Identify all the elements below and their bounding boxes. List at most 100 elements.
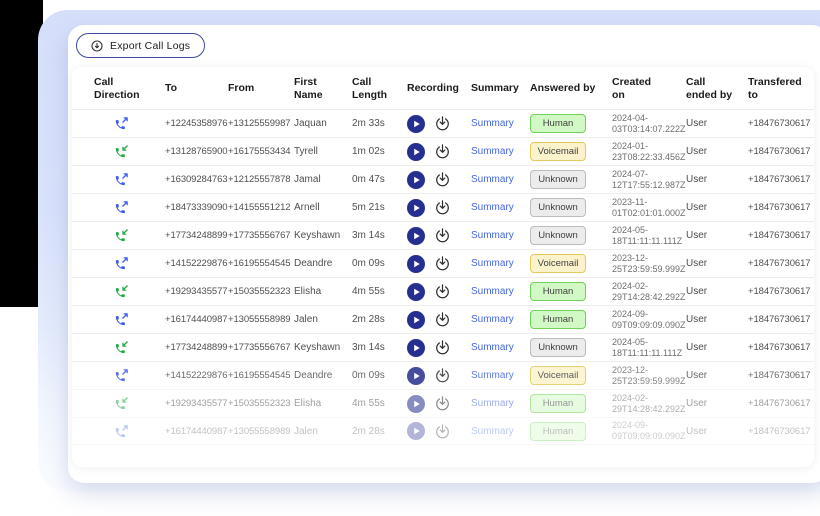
summary-link[interactable]: Summary — [471, 146, 514, 157]
play-recording-button[interactable] — [407, 142, 425, 161]
summary-link[interactable]: Summary — [471, 370, 514, 381]
play-recording-button[interactable] — [407, 226, 425, 248]
summary-link[interactable]: Summary — [471, 202, 514, 213]
summary-link[interactable]: Summary — [471, 118, 514, 129]
column-header-summary: Summary — [471, 82, 519, 95]
summary-cell: Summary — [471, 118, 530, 129]
download-arrow-icon — [434, 144, 451, 163]
summary-cell: Summary — [471, 370, 530, 381]
recording-cell — [407, 114, 471, 133]
recording-cell — [407, 226, 471, 248]
answered-by-badge: Human — [530, 394, 586, 414]
recording-cell — [407, 338, 471, 360]
from-cell: +15035552323 — [228, 286, 291, 298]
call-length-cell: 0m 09s — [352, 258, 385, 270]
phone-outgoing-icon — [114, 256, 129, 271]
summary-cell: Summary — [471, 286, 530, 297]
phone-incoming-icon — [114, 396, 129, 411]
summary-link[interactable]: Summary — [471, 174, 514, 185]
first-name-cell: Jalen — [294, 314, 318, 326]
summary-link[interactable]: Summary — [471, 342, 514, 353]
play-circle-icon — [407, 226, 425, 248]
table-row: +14152229876 +16195554545 Deandre 0m 09s Sum… — [72, 361, 814, 389]
transfered-to-cell: +18476730617 — [748, 146, 811, 158]
answered-by-badge: Human — [530, 310, 586, 330]
download-recording-button[interactable] — [434, 283, 451, 300]
play-circle-icon — [407, 310, 425, 332]
from-cell: +13055558989 — [228, 314, 291, 326]
call-ended-by-cell: User — [686, 314, 708, 326]
to-cell: +16174440987 — [165, 314, 228, 326]
download-recording-button[interactable] — [434, 339, 451, 356]
play-recording-button[interactable] — [407, 422, 425, 441]
download-arrow-icon — [434, 256, 451, 275]
call-direction-cell — [94, 172, 165, 187]
export-call-logs-button[interactable]: Export Call Logs — [76, 33, 206, 58]
transfered-to-cell: +18476730617 — [748, 258, 811, 270]
first-name-cell: Arnell — [294, 202, 320, 214]
summary-link[interactable]: Summary — [471, 258, 514, 269]
created-on-cell: 2023-12- 25T23:59:59.999Z — [612, 364, 686, 386]
summary-cell: Summary — [471, 258, 530, 269]
phone-outgoing-icon — [114, 116, 129, 131]
download-recording-button[interactable] — [434, 227, 451, 244]
call-length-cell: 2m 28s — [352, 314, 385, 326]
play-recording-button[interactable] — [407, 366, 425, 385]
call-ended-by-cell: User — [686, 342, 708, 354]
table-row: +17734248899 +17735556767 Keyshawn 3m 14s Su… — [72, 221, 814, 249]
play-circle-icon — [407, 282, 425, 304]
transfered-to-cell: +18476730617 — [748, 370, 811, 382]
recording-cell — [407, 198, 471, 217]
play-recording-button[interactable] — [407, 254, 425, 273]
download-recording-button[interactable] — [434, 395, 451, 412]
download-recording-button[interactable] — [434, 367, 451, 384]
download-recording-button[interactable] — [434, 143, 451, 160]
table-row: +19293435577 +15035552323 Elisha 4m 55s Summ… — [72, 389, 814, 417]
recording-cell — [407, 254, 471, 273]
first-name-cell: Keyshawn — [294, 230, 341, 242]
summary-link[interactable]: Summary — [471, 426, 514, 437]
summary-link[interactable]: Summary — [471, 230, 514, 241]
download-recording-button[interactable] — [434, 115, 451, 132]
play-recording-button[interactable] — [407, 114, 425, 133]
download-recording-button[interactable] — [434, 423, 451, 440]
play-circle-icon — [407, 338, 425, 360]
table-header-row: Call Direction To From First Name Call Lengt… — [72, 76, 814, 109]
transfered-to-cell: +18476730617 — [748, 174, 811, 186]
summary-cell: Summary — [471, 398, 530, 409]
play-recording-button[interactable] — [407, 198, 425, 217]
summary-link[interactable]: Summary — [471, 398, 514, 409]
summary-link[interactable]: Summary — [471, 286, 514, 297]
column-header-answered-by: Answered by — [530, 82, 596, 95]
transfered-to-cell: +18476730617 — [748, 425, 811, 437]
download-recording-button[interactable] — [434, 199, 451, 216]
answered-by-badge: Human — [530, 114, 586, 134]
download-recording-button[interactable] — [434, 255, 451, 272]
play-recording-button[interactable] — [407, 310, 425, 332]
download-recording-button[interactable] — [434, 171, 451, 188]
play-recording-button[interactable] — [407, 338, 425, 360]
recording-cell — [407, 310, 471, 332]
play-recording-button[interactable] — [407, 282, 425, 304]
summary-link[interactable]: Summary — [471, 314, 514, 325]
answered-by-cell: Human — [530, 282, 612, 302]
answered-by-badge: Unknown — [530, 226, 586, 246]
play-recording-button[interactable] — [407, 394, 425, 413]
phone-incoming-icon — [114, 228, 129, 243]
call-length-cell: 2m 28s — [352, 425, 385, 437]
to-cell: +16174440987 — [165, 425, 228, 437]
answered-by-badge: Voicemail — [530, 366, 586, 386]
table-row: +18473339090 +14155551212 Arnell 5m 21s Summ… — [72, 193, 814, 221]
play-recording-button[interactable] — [407, 170, 425, 192]
column-header-call-direction: Call Direction — [94, 76, 140, 101]
to-cell: +14152229876 — [165, 258, 228, 270]
download-arrow-icon — [434, 312, 451, 331]
column-header-from: From — [228, 82, 255, 95]
answered-by-badge: Unknown — [530, 170, 586, 190]
created-on-cell: 2024-07- 12T17:55:12.987Z — [612, 168, 686, 190]
call-logs-panel: Export Call Logs Call Direction To From Fir… — [68, 25, 820, 483]
transfered-to-cell: +18476730617 — [748, 286, 811, 298]
summary-cell: Summary — [471, 174, 530, 185]
download-recording-button[interactable] — [434, 311, 451, 328]
play-circle-icon — [407, 170, 425, 192]
